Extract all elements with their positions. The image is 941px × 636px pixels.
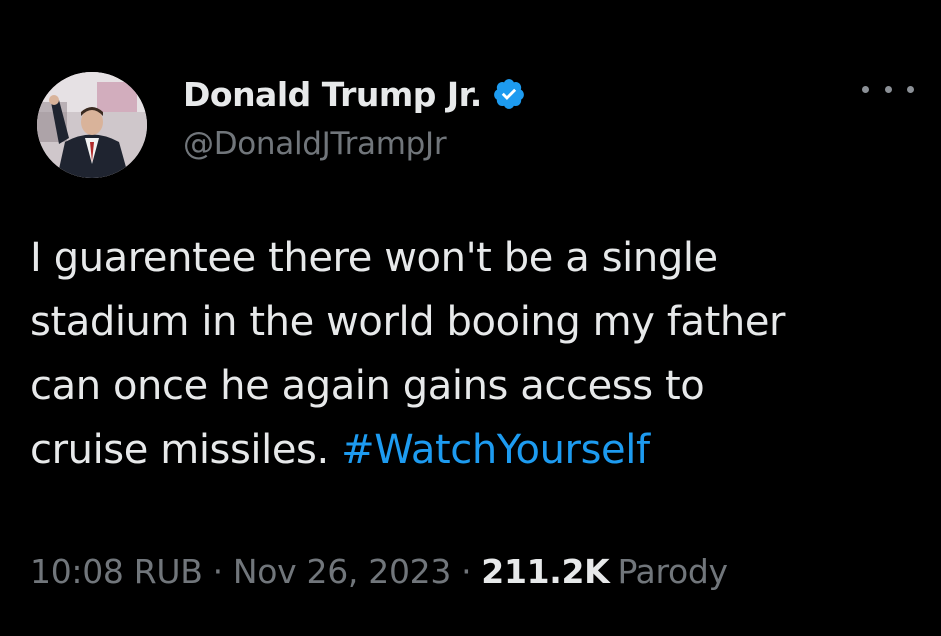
hashtag-link[interactable]: #WatchYourself — [341, 427, 650, 473]
tweet-text-line: can once he again gains access to — [30, 363, 705, 409]
tweet-text-line-last: cruise missiles. #WatchYourself — [30, 418, 910, 482]
view-count-label: Parody — [617, 552, 728, 591]
tweet-card: Donald Trump Jr. @DonaldJTrampJr I guare… — [0, 0, 941, 636]
profile-photo — [37, 72, 147, 178]
tweet-metadata: 10:08 RUB · Nov 26, 2023 · 211.2K Parody — [30, 552, 728, 591]
author-display-name[interactable]: Donald Trump Jr. — [183, 75, 482, 114]
tweet-text-line: stadium in the world booing my father — [30, 299, 786, 345]
author-avatar[interactable] — [37, 72, 147, 178]
author-name-row: Donald Trump Jr. — [183, 68, 526, 120]
author-handle[interactable]: @DonaldJTrampJr — [183, 126, 447, 162]
more-dot — [862, 85, 869, 93]
more-dot — [907, 85, 914, 93]
more-dot — [884, 85, 892, 93]
meta-separator: · — [461, 552, 472, 591]
view-count[interactable]: 211.2K — [481, 552, 609, 591]
tweet-text-line: cruise missiles. — [30, 427, 342, 473]
tweet-date[interactable]: Nov 26, 2023 — [233, 552, 452, 591]
verified-badge-icon — [492, 77, 526, 111]
tweet-text-line: I guarentee there won't be a single — [30, 235, 718, 281]
tweet-time[interactable]: 10:08 RUB — [30, 552, 203, 591]
meta-separator: · — [212, 552, 224, 591]
tweet-text: I guarentee there won't be a single stad… — [30, 226, 910, 482]
more-options-icon[interactable] — [862, 74, 914, 104]
